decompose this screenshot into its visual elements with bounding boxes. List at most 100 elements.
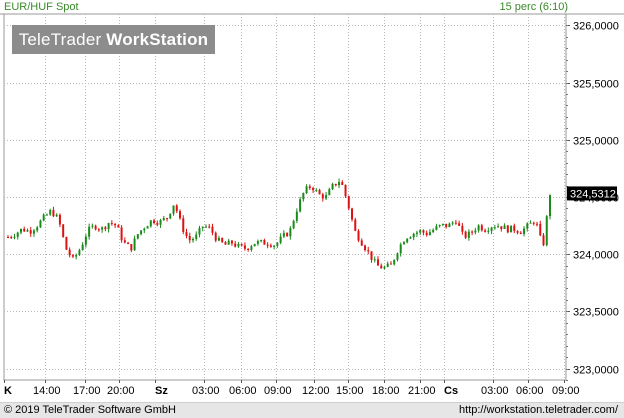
candle-body	[52, 209, 55, 217]
candle-body	[357, 230, 360, 241]
candle-body	[506, 225, 509, 233]
candle-body	[62, 224, 65, 237]
candle-body	[273, 245, 276, 247]
candle-body	[188, 236, 191, 241]
x-tick-label: 14:00	[33, 385, 61, 397]
candle-body	[308, 186, 311, 189]
candle-body	[315, 189, 318, 191]
price-chart[interactable]: 326,0000325,5000325,0000324,5000324,0000…	[0, 0, 624, 417]
candle-body	[149, 220, 152, 227]
candle-body	[480, 225, 483, 231]
candle-body	[493, 227, 496, 229]
symbol-label[interactable]: EUR/HUF Spot	[4, 1, 79, 14]
candle-body	[351, 208, 354, 220]
y-axis: 326,0000325,5000325,0000324,5000324,0000…	[566, 21, 619, 381]
candle-body	[467, 231, 470, 238]
candle-body	[549, 195, 551, 217]
candle-body	[338, 181, 341, 186]
x-tick-label: 12:00	[302, 385, 330, 397]
candle-body	[367, 250, 370, 252]
candle-body	[230, 240, 233, 244]
candle-body	[532, 222, 535, 224]
candle-body	[321, 194, 324, 199]
x-tick-label: 06:00	[229, 385, 257, 397]
candle-body	[289, 228, 292, 237]
candle-body	[94, 225, 97, 230]
y-tick-label: 324,0000	[573, 250, 619, 262]
candle-body	[383, 266, 386, 269]
x-tick-label: 15:00	[336, 385, 364, 397]
candle-body	[16, 232, 19, 237]
candle-body	[435, 226, 438, 230]
candle-body	[523, 228, 526, 235]
candle-body	[448, 223, 451, 228]
candle-body	[406, 238, 409, 243]
candle-body	[389, 263, 392, 265]
candle-body	[172, 205, 175, 214]
candle-body	[114, 223, 117, 226]
candle-body	[237, 244, 240, 247]
candle-body	[117, 225, 120, 228]
candle-body	[519, 232, 522, 235]
candle-body	[65, 236, 68, 250]
candle-body	[396, 253, 399, 260]
candle-body	[302, 192, 305, 200]
x-tick-label: 03:00	[481, 385, 509, 397]
candle-body	[253, 243, 256, 247]
candle-body	[412, 233, 415, 238]
candle-body	[487, 230, 490, 232]
candle-body	[166, 218, 169, 220]
candle-body	[19, 228, 22, 233]
x-tick-label: 20:00	[107, 385, 135, 397]
candle-body	[120, 227, 123, 241]
candle-body	[286, 232, 289, 237]
candle-body	[276, 242, 279, 246]
candle-body	[243, 245, 246, 249]
candle-body	[386, 263, 389, 267]
website-url-link[interactable]: http://workstation.teletrader.com/	[459, 404, 618, 416]
candle-body	[97, 229, 100, 231]
candle-body	[29, 230, 32, 234]
last-price-label: 324,5312	[570, 188, 616, 200]
candle-body	[208, 226, 211, 228]
candle-body	[373, 259, 376, 261]
candle-body	[7, 237, 9, 239]
candle-body	[542, 235, 545, 246]
candle-body	[282, 232, 285, 237]
candle-body	[159, 220, 162, 225]
timeframe-label[interactable]: 15 perc (6:10)	[500, 1, 568, 14]
x-tick-label: 06:00	[516, 385, 544, 397]
candle-body	[295, 211, 298, 221]
candle-body	[471, 231, 474, 233]
candle-body	[464, 231, 467, 238]
candle-body	[75, 255, 78, 257]
candle-body	[539, 223, 542, 236]
candle-body	[399, 244, 402, 254]
y-tick-label: 323,5000	[573, 307, 619, 319]
candle-body	[250, 246, 253, 250]
candle-body	[328, 189, 331, 196]
candle-body	[331, 183, 334, 190]
candle-body	[81, 244, 84, 251]
candle-body	[39, 220, 42, 228]
candle-body	[58, 214, 61, 225]
candle-body	[438, 224, 441, 227]
candle-body	[425, 232, 428, 236]
candle-body	[133, 238, 136, 251]
candle-body	[91, 225, 94, 227]
candle-body	[318, 189, 321, 195]
candle-body	[266, 244, 269, 246]
candle-body	[441, 223, 444, 225]
candle-body	[461, 225, 464, 232]
x-tick-label: 21:00	[408, 385, 436, 397]
candle-body	[402, 242, 405, 245]
candle-body	[490, 227, 493, 231]
candle-body	[325, 195, 328, 199]
candle-body	[136, 234, 139, 239]
candle-body	[370, 251, 373, 260]
x-tick-label: Sz	[155, 385, 168, 397]
candle-body	[422, 230, 425, 233]
candle-body	[55, 214, 58, 217]
candle-body	[185, 231, 188, 237]
candle-body	[175, 205, 178, 212]
